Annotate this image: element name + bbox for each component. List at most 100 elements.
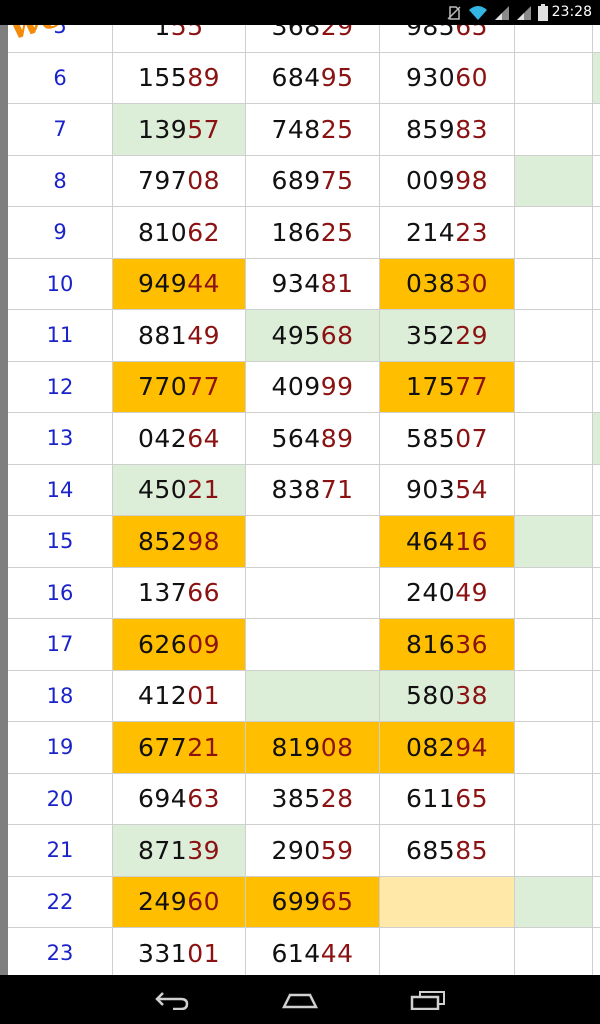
navigation-bar bbox=[0, 975, 600, 1024]
result-tail-digits: 30 bbox=[455, 269, 489, 299]
result-cell bbox=[515, 25, 593, 53]
result-tail-digits: 25 bbox=[320, 217, 354, 247]
table-row: 16 13766 24049 bbox=[8, 567, 600, 619]
result-head-digits: 385 bbox=[271, 784, 321, 814]
row-number: 18 bbox=[8, 670, 113, 722]
result-tail-digits: 38 bbox=[455, 681, 489, 711]
result-cell bbox=[593, 722, 600, 774]
result-head-digits: 852 bbox=[137, 526, 188, 556]
result-number: 24960 bbox=[138, 887, 220, 916]
table-row: 8 79708 68975 00998 bbox=[8, 155, 600, 207]
table-row: 12 77077 40999 17577 bbox=[8, 361, 600, 413]
result-cell: 67721 bbox=[113, 722, 246, 774]
home-button[interactable] bbox=[270, 983, 330, 1017]
result-tail-digits: 39 bbox=[187, 835, 221, 865]
result-number: 04264 bbox=[138, 424, 220, 453]
signal-icon bbox=[495, 5, 509, 20]
result-cell bbox=[593, 568, 600, 619]
result-head-digits: 409 bbox=[271, 372, 321, 402]
no-sim-icon bbox=[447, 5, 461, 20]
result-head-digits: 564 bbox=[271, 423, 321, 453]
result-cell: 35229 bbox=[380, 310, 515, 362]
result-cell: 74825 bbox=[246, 104, 380, 156]
result-number: 24049 bbox=[406, 578, 488, 607]
result-tail-digits: 94 bbox=[455, 732, 489, 762]
result-cell bbox=[246, 619, 380, 671]
result-tail-digits: 64 bbox=[187, 423, 221, 453]
result-number: 81908 bbox=[271, 733, 353, 762]
result-head-digits: 464 bbox=[405, 526, 456, 556]
result-head-digits: 611 bbox=[405, 784, 456, 814]
row-number: 20 bbox=[8, 773, 113, 825]
result-cell bbox=[515, 825, 593, 877]
result-cell: 17577 bbox=[380, 361, 515, 413]
result-tail-digits: 09 bbox=[187, 629, 221, 659]
result-head-digits: 903 bbox=[405, 475, 456, 505]
result-head-digits: 186 bbox=[271, 217, 321, 247]
result-tail-digits: 23 bbox=[455, 217, 489, 247]
result-cell: 04264 bbox=[113, 413, 246, 465]
result-cell bbox=[593, 619, 600, 671]
result-cell: 61444 bbox=[246, 928, 380, 975]
recent-apps-button[interactable] bbox=[398, 983, 458, 1017]
result-cell bbox=[593, 774, 600, 825]
result-tail-digits: 60 bbox=[187, 887, 221, 917]
result-cell: 58038 bbox=[380, 670, 515, 722]
result-head-digits: 699 bbox=[271, 887, 321, 917]
table-row: 19 67721 81908 08294 bbox=[8, 722, 600, 774]
home-icon bbox=[282, 993, 318, 1009]
result-number: 77077 bbox=[138, 372, 220, 401]
row-number: 12 bbox=[8, 361, 113, 413]
result-cell bbox=[515, 52, 593, 104]
result-number: 13766 bbox=[138, 578, 220, 607]
result-number: 58038 bbox=[406, 681, 488, 710]
result-tail-digits: 54 bbox=[455, 475, 489, 505]
result-cell: 85983 bbox=[380, 104, 515, 156]
table-row: 13 04264 56489 58507 bbox=[8, 413, 600, 465]
result-cell: 45021 bbox=[113, 464, 246, 516]
status-icons bbox=[446, 3, 548, 22]
result-number: 61444 bbox=[271, 939, 353, 968]
row-number: 14 bbox=[8, 464, 113, 516]
row-number: 9 bbox=[8, 207, 113, 259]
results-table-viewport[interactable]: 5 155 36829 98565 6 15589 68495 93060 7 13957 7482… bbox=[8, 25, 600, 975]
status-bar: 23:28 bbox=[0, 0, 600, 25]
result-cell: 40999 bbox=[246, 361, 380, 413]
result-cell: 24960 bbox=[113, 876, 246, 928]
result-tail-digits: 63 bbox=[187, 784, 221, 814]
result-tail-digits: 60 bbox=[455, 63, 489, 93]
row-number: 23 bbox=[8, 928, 113, 975]
result-cell bbox=[593, 928, 600, 975]
results-table: 5 155 36829 98565 6 15589 68495 93060 7 13957 7482… bbox=[8, 25, 600, 975]
result-tail-digits: 66 bbox=[187, 578, 221, 608]
result-number: 03830 bbox=[406, 269, 488, 298]
result-cell bbox=[246, 670, 380, 722]
back-button[interactable] bbox=[142, 983, 202, 1017]
result-cell: 41201 bbox=[113, 670, 246, 722]
row-number: 19 bbox=[8, 722, 113, 774]
result-head-digits: 042 bbox=[137, 423, 188, 453]
result-cell bbox=[515, 619, 593, 671]
result-head-digits: 580 bbox=[405, 681, 456, 711]
result-tail-digits: 71 bbox=[320, 475, 354, 505]
result-head-digits: 038 bbox=[405, 269, 456, 299]
result-tail-digits: 77 bbox=[187, 372, 221, 402]
result-number: 155 bbox=[154, 25, 203, 41]
result-cell bbox=[515, 722, 593, 774]
result-number: 93481 bbox=[271, 269, 353, 298]
result-head-digits: 290 bbox=[271, 835, 321, 865]
result-cell bbox=[593, 207, 600, 259]
row-number: 22 bbox=[8, 876, 113, 928]
result-cell bbox=[515, 361, 593, 413]
result-cell bbox=[593, 362, 600, 413]
back-arrow-icon bbox=[155, 992, 189, 1010]
result-tail-digits: 36 bbox=[455, 629, 489, 659]
result-head-digits: 175 bbox=[405, 372, 456, 402]
result-tail-digits: 77 bbox=[455, 372, 489, 402]
table-row: 18 41201 58038 bbox=[8, 670, 600, 722]
result-tail-digits: 75 bbox=[320, 166, 354, 196]
result-cell: 88149 bbox=[113, 310, 246, 362]
result-number: 68975 bbox=[271, 166, 353, 195]
result-cell: 08294 bbox=[380, 722, 515, 774]
result-tail-digits: 81 bbox=[320, 269, 354, 299]
